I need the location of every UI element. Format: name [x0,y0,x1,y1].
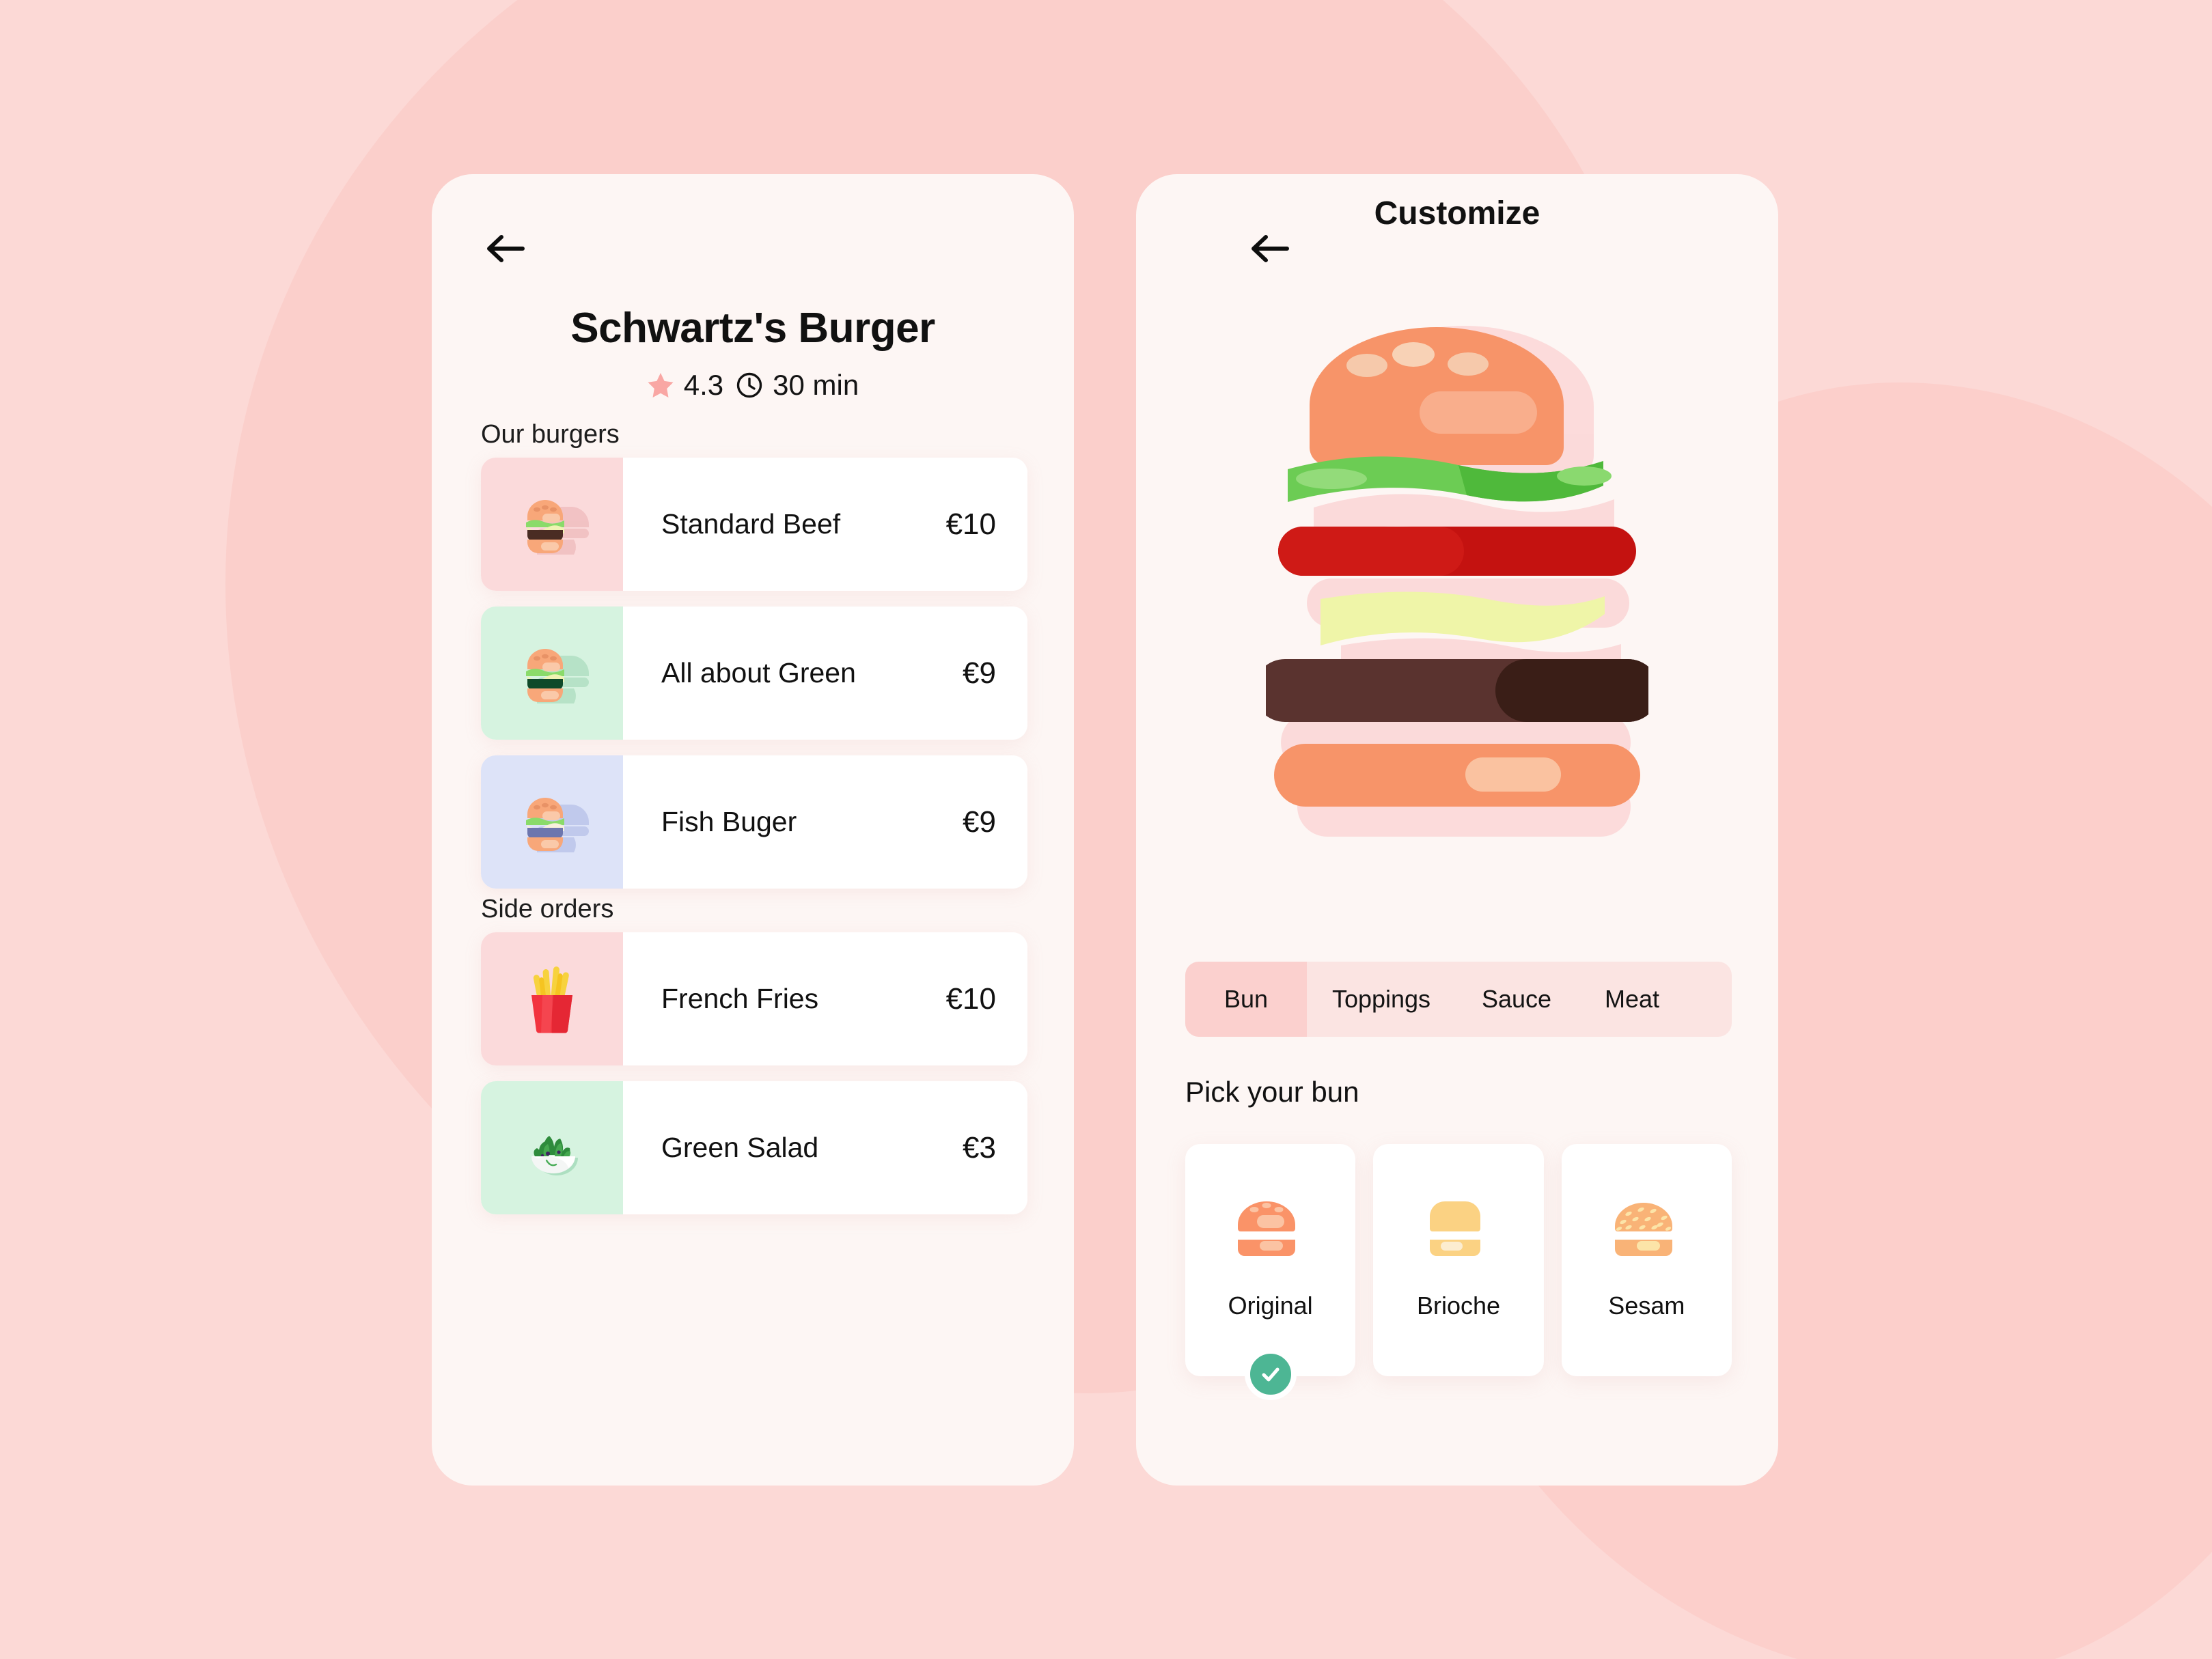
tab-meat[interactable]: Meat [1577,962,1687,1037]
list-item-body: Fish Buger €9 [623,755,1027,889]
exploded-burger-icon [1266,324,1648,844]
list-item-body: Standard Beef €10 [623,458,1027,591]
page-title: Schwartz's Burger [570,305,935,352]
list-item-name: Green Salad [661,1132,819,1164]
burger-list: Standard Beef €10 All about Green €9 Fis… [481,458,1027,904]
tab-toppings[interactable]: Toppings [1307,962,1456,1037]
bun-option-original[interactable]: Original [1185,1144,1356,1400]
delivery-time-group: 30 min [736,369,859,402]
list-item[interactable]: Standard Beef €10 [481,458,1027,591]
customize-tabs: Bun Toppings Sauce Meat [1185,962,1732,1037]
phone-screen-customize: Customize Bun Toppings Sauce Meat Pick y… [1136,174,1778,1486]
list-item[interactable]: French Fries €10 [481,932,1027,1065]
list-item-name: French Fries [661,983,819,1015]
tab-bun[interactable]: Bun [1185,962,1307,1037]
tab-label: Sauce [1481,985,1552,1013]
tab-label: Toppings [1331,985,1431,1013]
bun-option-sesam[interactable]: Sesam [1561,1144,1732,1376]
page-title: Customize [1374,195,1540,232]
tab-sauce[interactable]: Sauce [1456,962,1577,1037]
pick-your-bun-title: Pick your bun [1185,1076,1359,1108]
clock-icon [736,372,763,399]
burger-standard-icon [481,458,623,591]
burger-fish-icon [481,755,623,889]
bun-sesam-icon [1605,1186,1687,1268]
list-item-price: €3 [963,1130,996,1165]
list-item-price: €9 [963,805,996,839]
list-item-price: €9 [963,656,996,690]
bun-option-label: Sesam [1608,1292,1685,1320]
delivery-time-value: 30 min [773,369,859,401]
restaurant-meta: 4.3 30 min [432,369,1074,402]
list-item-price: €10 [945,507,996,541]
tab-label: Bun [1223,985,1269,1013]
selected-check-badge [1244,1348,1297,1400]
salad-icon [481,1081,623,1214]
list-item-name: All about Green [661,657,856,689]
burger-green-icon [481,607,623,740]
fries-icon [481,932,623,1065]
bun-option-label: Brioche [1416,1292,1501,1320]
back-arrow-icon[interactable] [481,225,529,273]
list-item-body: French Fries €10 [623,932,1027,1065]
rating-group: 4.3 [647,369,723,402]
list-item-body: All about Green €9 [623,607,1027,740]
star-icon [647,372,674,399]
bun-option-list: Original Brioche Sesam [1185,1144,1732,1400]
rating-value: 4.3 [683,369,724,401]
list-item[interactable]: All about Green €9 [481,607,1027,740]
section-title-burgers: Our burgers [481,420,620,449]
list-item-price: €10 [945,981,996,1016]
section-title-sides: Side orders [481,895,614,923]
bun-brioche-icon [1418,1186,1499,1268]
list-item-name: Standard Beef [661,508,841,540]
bun-original-icon [1230,1186,1312,1268]
list-item-name: Fish Buger [661,806,797,838]
list-item-body: Green Salad €3 [623,1081,1027,1214]
side-order-list: French Fries €10 Green Salad €3 [481,932,1027,1230]
bun-option-label: Original [1228,1292,1313,1320]
tab-label: Meat [1604,985,1660,1013]
list-item[interactable]: Green Salad €3 [481,1081,1027,1214]
bun-option-brioche[interactable]: Brioche [1373,1144,1544,1376]
phone-screen-menu: Schwartz's Burger 4.3 30 min Our burgers… [432,174,1074,1486]
list-item[interactable]: Fish Buger €9 [481,755,1027,889]
